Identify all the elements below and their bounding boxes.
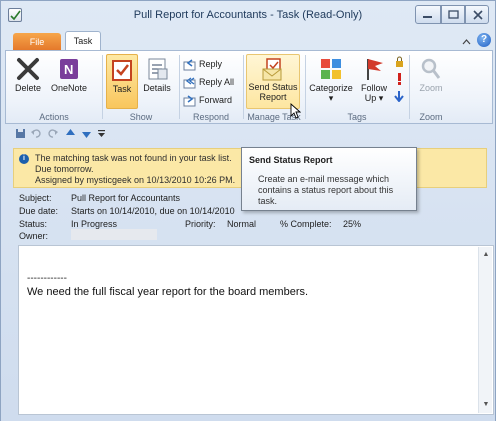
scroll-down-icon[interactable]: ▼ — [480, 399, 492, 411]
body-text: We need the full fiscal year report for … — [27, 286, 309, 298]
follow-up-button[interactable]: Follow Up ▾ — [357, 54, 391, 109]
info-icon: i — [19, 154, 29, 164]
body-separator: ------------ — [27, 273, 67, 284]
owner-label: Owner: — [19, 231, 49, 241]
follow-up-flag-icon — [367, 59, 383, 80]
maximize-icon — [448, 10, 459, 19]
task-view-button[interactable]: Task — [106, 54, 138, 109]
delete-icon — [17, 58, 39, 80]
zoom-label: Zoom — [419, 83, 443, 93]
onenote-icon: N — [60, 59, 78, 79]
task-body[interactable]: ------------ We need the full fiscal yea… — [18, 245, 494, 415]
vertical-scrollbar[interactable]: ▲ ▼ — [478, 247, 492, 413]
undo-icon[interactable] — [31, 128, 42, 141]
group-separator — [243, 55, 244, 119]
details-label: Details — [143, 83, 171, 93]
onenote-label: OneNote — [50, 83, 88, 93]
next-item-icon[interactable] — [81, 128, 92, 141]
subject-label: Subject: — [19, 193, 52, 203]
high-importance-icon[interactable] — [396, 73, 403, 85]
respond-group: Reply Reply All Forward — [183, 56, 243, 110]
close-icon — [473, 10, 483, 20]
close-button[interactable] — [465, 5, 489, 24]
group-separator — [305, 55, 306, 119]
details-button[interactable]: Details — [140, 54, 174, 109]
due-date-label: Due date: — [19, 206, 59, 216]
status-bar — [1, 415, 495, 421]
delete-label: Delete — [14, 83, 41, 93]
save-icon[interactable] — [15, 128, 26, 141]
help-icon[interactable]: ? — [477, 33, 491, 47]
tab-file[interactable]: File — [13, 33, 61, 51]
minimize-button[interactable] — [415, 5, 441, 24]
zoom-button[interactable]: Zoom — [413, 54, 449, 109]
reply-icon — [183, 59, 196, 71]
info-line-not-found: The matching task was not found in your … — [35, 153, 232, 163]
ribbon-tabs: File Task ? — [1, 29, 495, 52]
maximize-button[interactable] — [441, 5, 465, 24]
redo-icon[interactable] — [47, 128, 58, 141]
send-status-label-line2: Report — [259, 92, 287, 102]
priority-label: Priority: — [185, 219, 216, 229]
task-window: Pull Report for Accountants - Task (Read… — [0, 0, 496, 421]
group-label-zoom: Zoom — [419, 112, 443, 122]
info-line-due: Due tomorrow. — [35, 164, 94, 174]
follow-up-label-line1: Follow — [360, 83, 387, 93]
subject-value: Pull Report for Accountants — [71, 193, 181, 203]
percent-complete-value: 25% — [343, 219, 362, 229]
group-separator — [102, 55, 103, 119]
title-bar: Pull Report for Accountants - Task (Read… — [1, 1, 495, 29]
categorize-dropdown-arrow: ▾ — [328, 93, 334, 103]
send-status-report-tooltip: Send Status Report Create an e-mail mess… — [241, 147, 417, 211]
task-icon — [112, 60, 132, 81]
info-line-assigned: Assigned by mysticgeek on 10/13/2010 10:… — [35, 175, 236, 185]
reply-all-icon — [183, 77, 196, 89]
categorize-button[interactable]: Categorize ▾ — [307, 54, 355, 109]
mouse-cursor-icon — [290, 103, 301, 119]
send-status-report-icon — [262, 58, 282, 81]
status-label: Status: — [19, 219, 48, 229]
ribbon: Delete N OneNote Actions Task Details Sh… — [5, 50, 493, 124]
tooltip-title: Send Status Report — [249, 155, 333, 165]
priority-value: Normal — [227, 219, 257, 229]
group-label-actions: Actions — [39, 112, 69, 122]
send-status-report-button[interactable]: Send Status Report — [246, 54, 300, 109]
group-separator — [179, 55, 180, 119]
onenote-button[interactable]: N OneNote — [49, 54, 89, 109]
group-label-respond: Respond — [192, 112, 230, 122]
scroll-up-icon[interactable]: ▲ — [480, 249, 492, 261]
details-icon — [148, 58, 168, 80]
percent-complete-label: % Complete: — [280, 219, 332, 229]
categorize-label: Categorize — [309, 83, 353, 93]
categorize-icon — [321, 59, 341, 79]
due-date-value: Starts on 10/14/2010, due on 10/14/2010 — [71, 206, 235, 216]
group-label-tags: Tags — [347, 112, 367, 122]
tooltip-body: Create an e-mail message which contains … — [258, 174, 394, 206]
zoom-magnifier-icon — [421, 58, 441, 79]
reply-button[interactable]: Reply — [183, 56, 222, 72]
reply-all-button[interactable]: Reply All — [183, 74, 234, 90]
previous-item-icon[interactable] — [65, 128, 76, 141]
tab-task[interactable]: Task — [65, 31, 101, 52]
send-status-label-line1: Send Status — [248, 82, 298, 92]
follow-up-label-line2: Up ▾ — [364, 93, 384, 103]
task-view-label: Task — [112, 84, 132, 94]
status-value: In Progress — [71, 219, 118, 229]
minimize-icon — [423, 16, 432, 18]
forward-icon — [183, 95, 196, 107]
group-separator — [409, 55, 410, 119]
customize-toolbar-icon[interactable] — [97, 128, 106, 141]
owner-value-redacted — [71, 229, 157, 240]
group-label-show: Show — [129, 112, 153, 122]
svg-text:N: N — [64, 62, 73, 77]
low-importance-icon[interactable] — [394, 90, 404, 102]
delete-button[interactable]: Delete — [11, 54, 45, 109]
private-lock-icon[interactable] — [394, 56, 405, 68]
minimize-ribbon-icon[interactable] — [462, 37, 471, 47]
forward-button[interactable]: Forward — [183, 92, 232, 108]
